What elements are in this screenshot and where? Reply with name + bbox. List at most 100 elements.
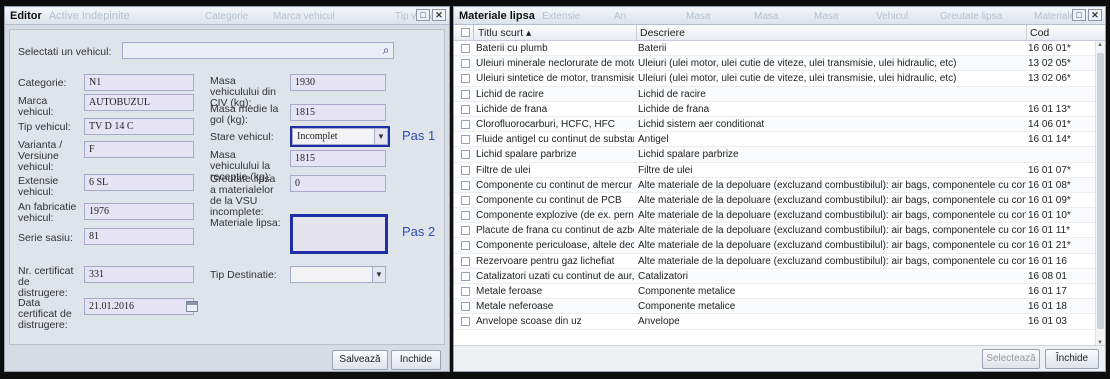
editor-title-bar: Editor Active Indepinite Categorie Marca…: [5, 7, 449, 25]
row-checkbox[interactable]: [461, 180, 470, 190]
materiale-lipsa-box[interactable]: [290, 214, 388, 254]
chevron-down-icon[interactable]: ▼: [374, 129, 387, 144]
row-checkbox[interactable]: [461, 317, 470, 327]
row-checkbox[interactable]: [461, 226, 470, 236]
table-row[interactable]: Metale feroase Componente metalice 16 01 1…: [454, 284, 1095, 300]
row-checkbox[interactable]: [461, 287, 470, 296]
an-fabricatie-field[interactable]: 1976: [84, 203, 194, 220]
masa-receptie-field[interactable]: 1815: [290, 150, 386, 167]
serie-sasiu-field[interactable]: 81: [84, 228, 194, 245]
row-checkbox[interactable]: [461, 195, 470, 205]
close-button[interactable]: Inchide: [391, 350, 441, 370]
close-icon[interactable]: ✕: [1088, 9, 1102, 21]
select-button[interactable]: Selectează: [982, 349, 1040, 369]
row-description: Lichid spalare parbrize: [638, 149, 739, 161]
ghost-col: Extensie: [542, 11, 581, 22]
row-checkbox[interactable]: [461, 135, 470, 145]
masa-medie-field[interactable]: 1815: [290, 104, 386, 121]
table-row[interactable]: Baterii cu plumb Baterii 16 06 01*: [454, 41, 1095, 57]
row-code: 14 06 01*: [1028, 118, 1071, 130]
masa-medie-label: Masa medie la gol (kg):: [210, 103, 279, 126]
row-checkbox[interactable]: [461, 302, 470, 312]
materials-title-bar: Materiale lipsa Extensie An Masa Masa Ma…: [454, 7, 1105, 25]
select-all-checkbox[interactable]: [461, 28, 470, 37]
editor-form: Selectati un vehicul: ⌕ Categorie: N1 Ma…: [9, 29, 445, 345]
close-icon[interactable]: ✕: [432, 9, 446, 21]
ghost-col-categorie: Categorie: [205, 11, 249, 22]
row-checkbox[interactable]: [461, 119, 470, 129]
scrollbar-thumb[interactable]: [1097, 53, 1104, 329]
nr-certificat-field[interactable]: 331: [84, 266, 194, 283]
row-title: Metale neferoase: [476, 301, 554, 313]
data-certificat-field[interactable]: 21.01.2016: [84, 298, 194, 315]
row-checkbox[interactable]: [461, 271, 470, 281]
table-row[interactable]: Metale neferoase Componente metalice 16 01…: [454, 299, 1095, 315]
table-row[interactable]: Rezervoare pentru gaz lichefiat Alte mate…: [454, 254, 1095, 269]
row-title: Componente explozive (de ex. perne de: [476, 210, 634, 222]
chevron-down-icon[interactable]: ▼: [372, 267, 385, 282]
row-checkbox[interactable]: [461, 211, 470, 221]
table-row[interactable]: Fluide antigel cu continut de substante …: [454, 132, 1095, 148]
grid-header: Titlu scurt ▴ Descriere Cod: [454, 25, 1105, 41]
row-title: Clorofluorocarburi, HCFC, HFC: [476, 118, 615, 130]
editor-title: Editor: [10, 10, 42, 22]
row-description: Componente metalice: [638, 286, 736, 297]
select-vehicle-input[interactable]: [122, 42, 394, 59]
row-description: Antigel: [638, 134, 669, 146]
table-row[interactable]: Placute de frana cu continut de azbest Al…: [454, 223, 1095, 239]
table-row[interactable]: Componente periculoase, altele decat ce A…: [454, 238, 1095, 254]
col-header-description[interactable]: Descriere: [640, 27, 685, 39]
masa-civ-field[interactable]: 1930: [290, 74, 386, 91]
search-icon[interactable]: ⌕: [378, 42, 394, 58]
close-button[interactable]: Închide: [1045, 349, 1099, 369]
row-checkbox[interactable]: [461, 241, 470, 251]
save-button[interactable]: Salvează: [332, 350, 388, 370]
row-checkbox[interactable]: [461, 74, 470, 84]
row-title: Metale feroase: [476, 286, 543, 297]
row-checkbox[interactable]: [461, 165, 470, 175]
table-row[interactable]: Componente cu continut de mercur Alte mat…: [454, 177, 1095, 193]
col-header-title[interactable]: Titlu scurt ▴: [478, 27, 531, 39]
row-description: Alte materiale de la depoluare (excluzan…: [638, 210, 1026, 222]
table-row[interactable]: Lichide de frana Lichide de frana 16 01 13…: [454, 102, 1095, 117]
tip-field[interactable]: TV D 14 C: [84, 118, 194, 135]
calendar-icon[interactable]: [186, 301, 198, 312]
row-title: Componente cu continut de PCB: [476, 194, 622, 206]
row-code: 16 01 11*: [1028, 225, 1071, 237]
row-code: 16 01 21*: [1028, 240, 1071, 252]
table-row[interactable]: Componente explozive (de ex. perne de Alt…: [454, 208, 1095, 224]
row-code: 16 01 09*: [1028, 194, 1071, 206]
table-row[interactable]: Componente cu continut de PCB Alte materi…: [454, 193, 1095, 209]
tip-destinatie-select[interactable]: ▼: [290, 266, 386, 283]
table-row[interactable]: Lichid de racire Lichid de racire: [454, 86, 1095, 102]
marca-field[interactable]: AUTOBUZUL: [84, 94, 194, 111]
greutate-lipsa-field[interactable]: 0: [290, 175, 386, 192]
col-header-code[interactable]: Cod: [1030, 27, 1049, 39]
scroll-up-icon[interactable]: ▲: [1097, 42, 1103, 48]
scrollbar[interactable]: ▲ ▼: [1095, 41, 1105, 347]
table-row[interactable]: Uleiuri sintetice de motor, transmisie s…: [454, 71, 1095, 87]
table-row[interactable]: Catalizatori uzati cu continut de aur, a…: [454, 268, 1095, 284]
categorie-field[interactable]: N1: [84, 74, 194, 91]
pas2-annotation: Pas 2: [402, 224, 436, 239]
table-row[interactable]: Clorofluorocarburi, HCFC, HFC Lichid sist…: [454, 116, 1095, 133]
nr-certificat-label: Nr. certificat de distrugere:: [18, 265, 74, 299]
row-description: Alte materiale de la depoluare (excluzan…: [638, 255, 1026, 267]
extensie-field[interactable]: 6 SL: [84, 174, 194, 191]
extensie-label: Extensie vehicul:: [18, 175, 59, 198]
table-row[interactable]: Anvelope scoase din uz Anvelope 16 01 03: [454, 314, 1095, 330]
row-checkbox[interactable]: [461, 256, 470, 266]
row-checkbox[interactable]: [461, 150, 470, 160]
row-checkbox[interactable]: [461, 89, 470, 99]
row-checkbox[interactable]: [461, 44, 470, 53]
row-checkbox[interactable]: [461, 59, 470, 69]
varianta-field[interactable]: F: [84, 141, 194, 158]
table-row[interactable]: Lichid spalare parbrize Lichid spalare pa…: [454, 147, 1095, 163]
maximize-icon[interactable]: □: [1072, 9, 1086, 21]
maximize-icon[interactable]: □: [416, 9, 430, 21]
stare-vehicul-select[interactable]: Incomplet ▼: [290, 126, 390, 147]
row-checkbox[interactable]: [461, 104, 470, 114]
materials-window: Materiale lipsa Extensie An Masa Masa Ma…: [453, 6, 1106, 372]
table-row[interactable]: Uleiuri minerale neclorurate de motor, d…: [454, 56, 1095, 72]
table-row[interactable]: Filtre de ulei Filtre de ulei 16 01 07*: [454, 163, 1095, 178]
